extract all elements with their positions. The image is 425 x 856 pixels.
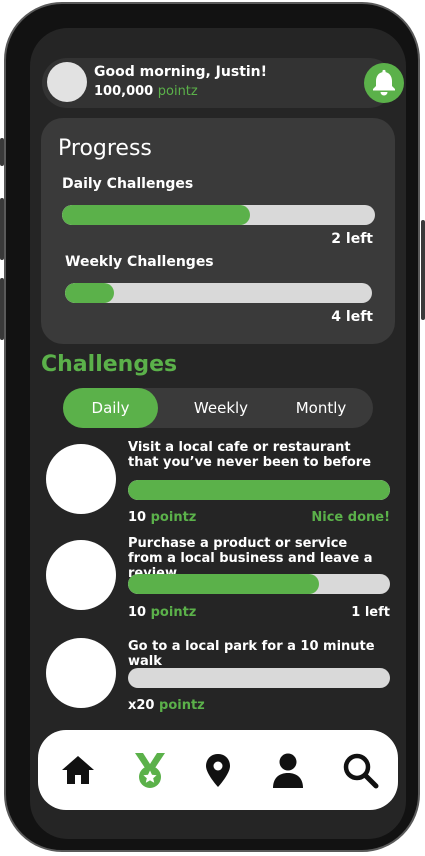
- daily-progress-fill: [62, 205, 250, 225]
- progress-card: Progress Daily Challenges 2 left Weekly …: [41, 118, 395, 344]
- challenge-points-value: 10: [128, 510, 147, 525]
- progress-title: Progress: [58, 136, 152, 161]
- challenges-title: Challenges: [41, 352, 178, 377]
- nav-search[interactable]: [340, 750, 380, 790]
- points-value: 100,000: [94, 84, 154, 99]
- challenge-image: [46, 540, 116, 610]
- tab-montly[interactable]: Montly: [275, 388, 367, 428]
- challenge-item-1[interactable]: Visit a local cafe or restaurant that yo…: [30, 436, 406, 528]
- challenge-points: 10 pointz: [128, 605, 196, 620]
- avatar[interactable]: [47, 62, 87, 102]
- nav-home[interactable]: [58, 750, 98, 790]
- location-pin-icon: [206, 754, 230, 787]
- bottom-nav: [38, 730, 398, 810]
- header-bar: Good morning, Justin! 100,000 pointz: [42, 58, 404, 108]
- tab-weekly[interactable]: Weekly: [175, 388, 267, 428]
- notifications-button[interactable]: [364, 63, 404, 103]
- points-balance: 100,000 pointz: [94, 84, 198, 99]
- nav-map[interactable]: [198, 750, 238, 790]
- challenge-progress-fill: [128, 480, 390, 500]
- challenge-points: x20 pointz: [128, 698, 205, 713]
- challenge-description: Go to a local park for a 10 minute walk: [128, 639, 375, 669]
- challenge-status: 1 left: [351, 605, 390, 620]
- app-screen: Good morning, Justin! 100,000 pointz Pro…: [30, 28, 406, 839]
- weekly-progress-fill: [65, 283, 115, 303]
- challenge-progress-bar: [128, 668, 390, 688]
- challenge-progress-bar: [128, 480, 390, 500]
- phone-frame: Good morning, Justin! 100,000 pointz Pro…: [4, 2, 420, 852]
- greeting-text: Good morning, Justin!: [94, 64, 268, 80]
- medal-icon: [135, 753, 165, 788]
- challenge-item-2[interactable]: Purchase a product or service from a loc…: [30, 534, 406, 626]
- challenge-points-unit: pointz: [150, 605, 197, 620]
- home-icon: [62, 756, 94, 784]
- tab-daily[interactable]: Daily: [63, 388, 158, 428]
- challenge-points-value: x20: [128, 698, 155, 713]
- challenge-item-3[interactable]: Go to a local park for a 10 minute walk …: [30, 632, 406, 724]
- challenge-points: 10 pointz: [128, 510, 196, 525]
- challenge-progress-fill: [128, 574, 320, 594]
- search-icon: [343, 753, 379, 789]
- weekly-progress-bar: [65, 283, 372, 303]
- nav-challenges[interactable]: [130, 750, 170, 790]
- challenge-tabs: Daily Weekly Montly: [63, 388, 373, 428]
- challenge-points-unit: pointz: [150, 510, 197, 525]
- points-unit: pointz: [157, 84, 198, 99]
- weekly-left-text: 4 left: [331, 309, 373, 325]
- challenge-image: [46, 444, 116, 514]
- challenge-points-unit: pointz: [159, 698, 205, 713]
- phone-power-button: [421, 220, 425, 320]
- challenge-progress-bar: [128, 574, 390, 594]
- daily-progress-bar: [62, 205, 375, 225]
- challenge-image: [46, 638, 116, 708]
- challenge-status: Nice done!: [311, 510, 390, 525]
- challenge-description: Visit a local cafe or restaurant that yo…: [128, 440, 372, 470]
- nav-profile[interactable]: [268, 750, 308, 790]
- daily-challenges-label: Daily Challenges: [62, 176, 194, 192]
- bell-icon: [373, 69, 395, 96]
- challenge-points-value: 10: [128, 605, 147, 620]
- user-icon: [273, 753, 303, 788]
- weekly-challenges-label: Weekly Challenges: [65, 254, 214, 270]
- daily-left-text: 2 left: [331, 231, 373, 247]
